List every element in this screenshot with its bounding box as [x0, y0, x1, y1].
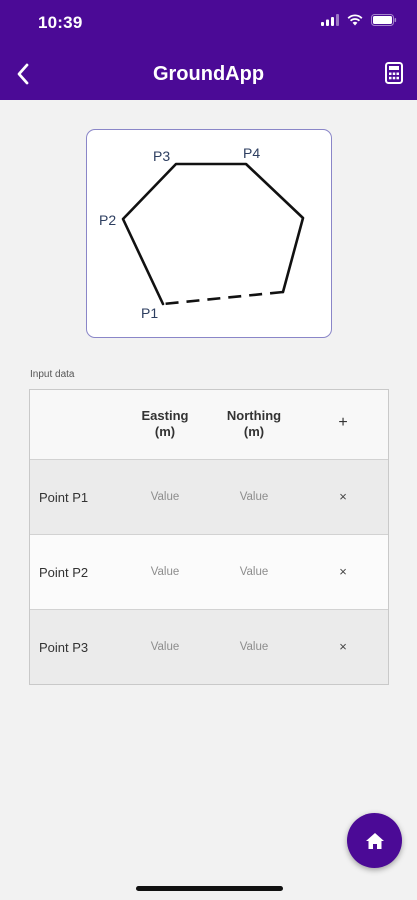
- status-icons: [321, 14, 397, 26]
- row-label: Point P2: [39, 565, 89, 580]
- easting-input[interactable]: [134, 491, 196, 503]
- table-row: Point P1 ×: [30, 460, 388, 535]
- northing-input[interactable]: [223, 566, 285, 578]
- page-title: GroundApp: [152, 63, 265, 85]
- home-button[interactable]: [347, 813, 402, 868]
- home-icon: [365, 832, 384, 849]
- easting-input[interactable]: [134, 566, 196, 578]
- add-point-button[interactable]: +: [331, 414, 355, 436]
- section-label: Input data: [30, 369, 75, 380]
- polygon-dashed-edge: [162, 290, 284, 306]
- app-header: 10:39 GroundApp: [0, 0, 417, 100]
- column-header-easting: Easting (m): [130, 408, 200, 440]
- column-header-northing: Northing (m): [218, 408, 290, 440]
- point-label-p4: P4: [243, 145, 260, 161]
- easting-input[interactable]: [134, 641, 196, 653]
- northing-header-line1: Northing: [226, 408, 282, 423]
- polygon-diagram-svg: P1 P2 P3 P4: [99, 145, 305, 321]
- polygon-solid-edges: [121, 162, 305, 306]
- easting-header-line1: Easting: [141, 408, 189, 423]
- row-label: Point P3: [39, 640, 89, 655]
- table-header: Easting (m) Northing (m) +: [30, 390, 388, 460]
- nav-bar: GroundApp: [0, 50, 417, 98]
- table-row: Point P2 ×: [30, 535, 388, 610]
- northing-input[interactable]: [223, 491, 285, 503]
- table-row: Point P3 ×: [30, 610, 388, 684]
- wifi-icon: [347, 14, 363, 26]
- signal-icon: [321, 14, 339, 26]
- input-table: Easting (m) Northing (m) + Point P1 × Po…: [29, 389, 389, 685]
- point-label-p2: P2: [99, 212, 116, 228]
- point-label-p3: P3: [153, 148, 170, 164]
- delete-row-button[interactable]: ×: [334, 564, 352, 582]
- row-label: Point P1: [39, 490, 89, 505]
- polygon-diagram: P1 P2 P3 P4: [86, 129, 332, 338]
- battery-icon: [371, 14, 397, 26]
- point-label-p1: P1: [141, 305, 158, 321]
- calculator-icon: [385, 62, 403, 84]
- home-indicator: [136, 886, 283, 891]
- delete-row-button[interactable]: ×: [334, 489, 352, 507]
- delete-row-button[interactable]: ×: [334, 639, 352, 657]
- easting-header-line2: (m): [154, 424, 176, 439]
- northing-header-line2: (m): [243, 424, 265, 439]
- status-time: 10:39: [38, 13, 83, 32]
- northing-input[interactable]: [223, 641, 285, 653]
- calculator-button[interactable]: [385, 62, 403, 84]
